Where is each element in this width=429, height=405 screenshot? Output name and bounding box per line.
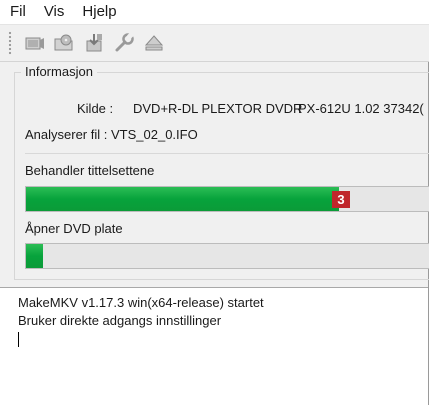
log-line: MakeMKV v1.17.3 win(x64-release) startet: [18, 295, 264, 310]
progress-title-label: Behandler tittelsettene: [25, 163, 155, 178]
open-files-button[interactable]: [20, 29, 48, 57]
backup-button[interactable]: [80, 29, 108, 57]
analyze-value: VTS_02_0.IFO: [111, 127, 198, 142]
divider: [25, 153, 429, 154]
progress-open-bar: [25, 243, 429, 269]
settings-button[interactable]: [110, 29, 138, 57]
menu-file[interactable]: Fil: [0, 0, 34, 24]
info-group-title: Informasjon: [21, 64, 97, 79]
log-output[interactable]: MakeMKV v1.17.3 win(x64-release) startet…: [0, 287, 428, 405]
progress-open-label: Åpner DVD plate: [25, 221, 123, 236]
eject-button[interactable]: [140, 29, 168, 57]
menu-help[interactable]: Hjelp: [72, 0, 124, 24]
open-files-icon: [25, 37, 44, 50]
text-cursor: [18, 332, 19, 347]
analyze-label: Analyserer fil :: [25, 127, 108, 142]
main-window: Fil Vis Hjelp Informasjon Kilde: DVD+R-…: [0, 0, 429, 405]
menu-view[interactable]: Vis: [34, 0, 73, 24]
source-value-firmware: PX-612U 1.02 37342(: [298, 101, 424, 116]
source-value: DVD+R-DL PLEXTOR DVDR: [133, 101, 303, 116]
progress-title-fill: [26, 187, 339, 211]
info-group: Informasjon Kilde : DVD+R-DL PLEXTOR DVD…: [14, 64, 429, 280]
backup-icon: [86, 34, 102, 52]
open-dvd-icon: [54, 34, 73, 51]
toolbar: [0, 24, 429, 62]
source-label: Kilde :: [77, 101, 114, 116]
log-line: Bruker direkte adgangs innstillinger: [18, 313, 222, 328]
analyze-row: Analyserer fil : VTS_02_0.IFO: [25, 127, 198, 142]
progress-title-badge: 3: [332, 191, 350, 208]
progress-open-fill: [26, 244, 43, 268]
eject-icon: [144, 35, 164, 51]
toolbar-grip[interactable]: [8, 31, 12, 55]
menu-bar: Fil Vis Hjelp: [0, 0, 429, 24]
settings-wrench-icon: [115, 32, 135, 52]
progress-title-bar: 3: [25, 186, 429, 212]
open-dvd-button[interactable]: [50, 29, 78, 57]
